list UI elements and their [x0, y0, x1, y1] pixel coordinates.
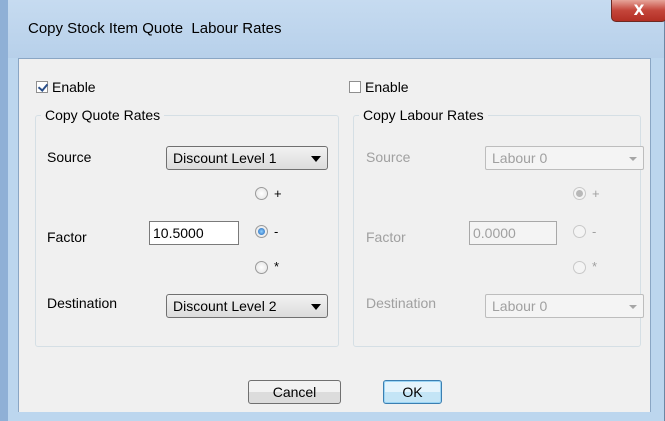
quote-enable-checkbox[interactable]: Enable — [36, 79, 96, 95]
labour-source-select[interactable]: Labour 0 — [485, 146, 644, 170]
quote-radio-times-label: * — [274, 259, 280, 274]
quote-destination-value: Discount Level 2 — [173, 298, 277, 314]
title-bar[interactable]: Copy Stock Item Quote Labour Rates X — [8, 0, 665, 58]
quote-destination-label: Destination — [47, 295, 118, 311]
labour-source-value: Labour 0 — [492, 150, 548, 166]
quote-destination-select[interactable]: Discount Level 2 — [166, 294, 328, 318]
quote-radio-minus[interactable] — [255, 225, 268, 238]
copy-quote-rates-title: Copy Quote Rates — [41, 107, 165, 123]
labour-destination-label: Destination — [366, 295, 437, 311]
dialog-window: Copy Stock Item Quote Labour Rates X Ena… — [0, 0, 665, 421]
quote-source-label: Source — [47, 149, 92, 165]
chevron-down-icon — [311, 304, 321, 310]
labour-enable-checkbox[interactable]: Enable — [349, 79, 409, 95]
ok-button-label: OK — [402, 384, 423, 400]
labour-destination-select[interactable]: Labour 0 — [485, 294, 644, 318]
copy-labour-rates-title: Copy Labour Rates — [359, 107, 488, 123]
labour-radio-minus[interactable] — [573, 225, 586, 238]
dialog-body: Enable Copy Quote Rates Source Discount … — [18, 58, 651, 412]
checkbox-unchecked-icon — [349, 81, 361, 93]
quote-radio-times[interactable] — [255, 261, 268, 274]
window-title: Copy Stock Item Quote Labour Rates — [28, 20, 282, 37]
close-button[interactable]: X — [611, 0, 665, 22]
quote-radio-minus-label: - — [274, 224, 279, 239]
window-left-edge — [0, 0, 8, 421]
chevron-down-icon — [629, 157, 637, 161]
quote-factor-label: Factor — [47, 229, 87, 245]
ok-button[interactable]: OK — [383, 380, 442, 404]
quote-enable-label: Enable — [52, 79, 96, 95]
checkbox-checked-icon — [36, 81, 48, 93]
labour-factor-value: 0.0000 — [473, 225, 516, 241]
labour-radio-times[interactable] — [573, 261, 586, 274]
close-icon: X — [633, 2, 645, 19]
labour-source-label: Source — [366, 149, 411, 165]
quote-radio-plus-label: + — [274, 186, 282, 201]
labour-radio-plus[interactable] — [573, 187, 586, 200]
labour-radio-plus-label: + — [592, 186, 600, 201]
quote-radio-plus[interactable] — [255, 187, 268, 200]
labour-enable-label: Enable — [365, 79, 409, 95]
quote-factor-value: 10.5000 — [153, 225, 204, 241]
chevron-down-icon — [311, 156, 321, 162]
quote-source-value: Discount Level 1 — [173, 150, 277, 166]
labour-radio-minus-label: - — [592, 224, 597, 239]
labour-factor-label: Factor — [366, 229, 406, 245]
quote-source-select[interactable]: Discount Level 1 — [166, 146, 328, 170]
labour-destination-value: Labour 0 — [492, 298, 548, 314]
quote-factor-input[interactable]: 10.5000 — [149, 221, 239, 245]
labour-radio-times-label: * — [592, 259, 598, 274]
cancel-button[interactable]: Cancel — [248, 380, 341, 404]
cancel-button-label: Cancel — [272, 384, 317, 400]
chevron-down-icon — [629, 305, 637, 309]
labour-factor-input[interactable]: 0.0000 — [469, 221, 557, 245]
